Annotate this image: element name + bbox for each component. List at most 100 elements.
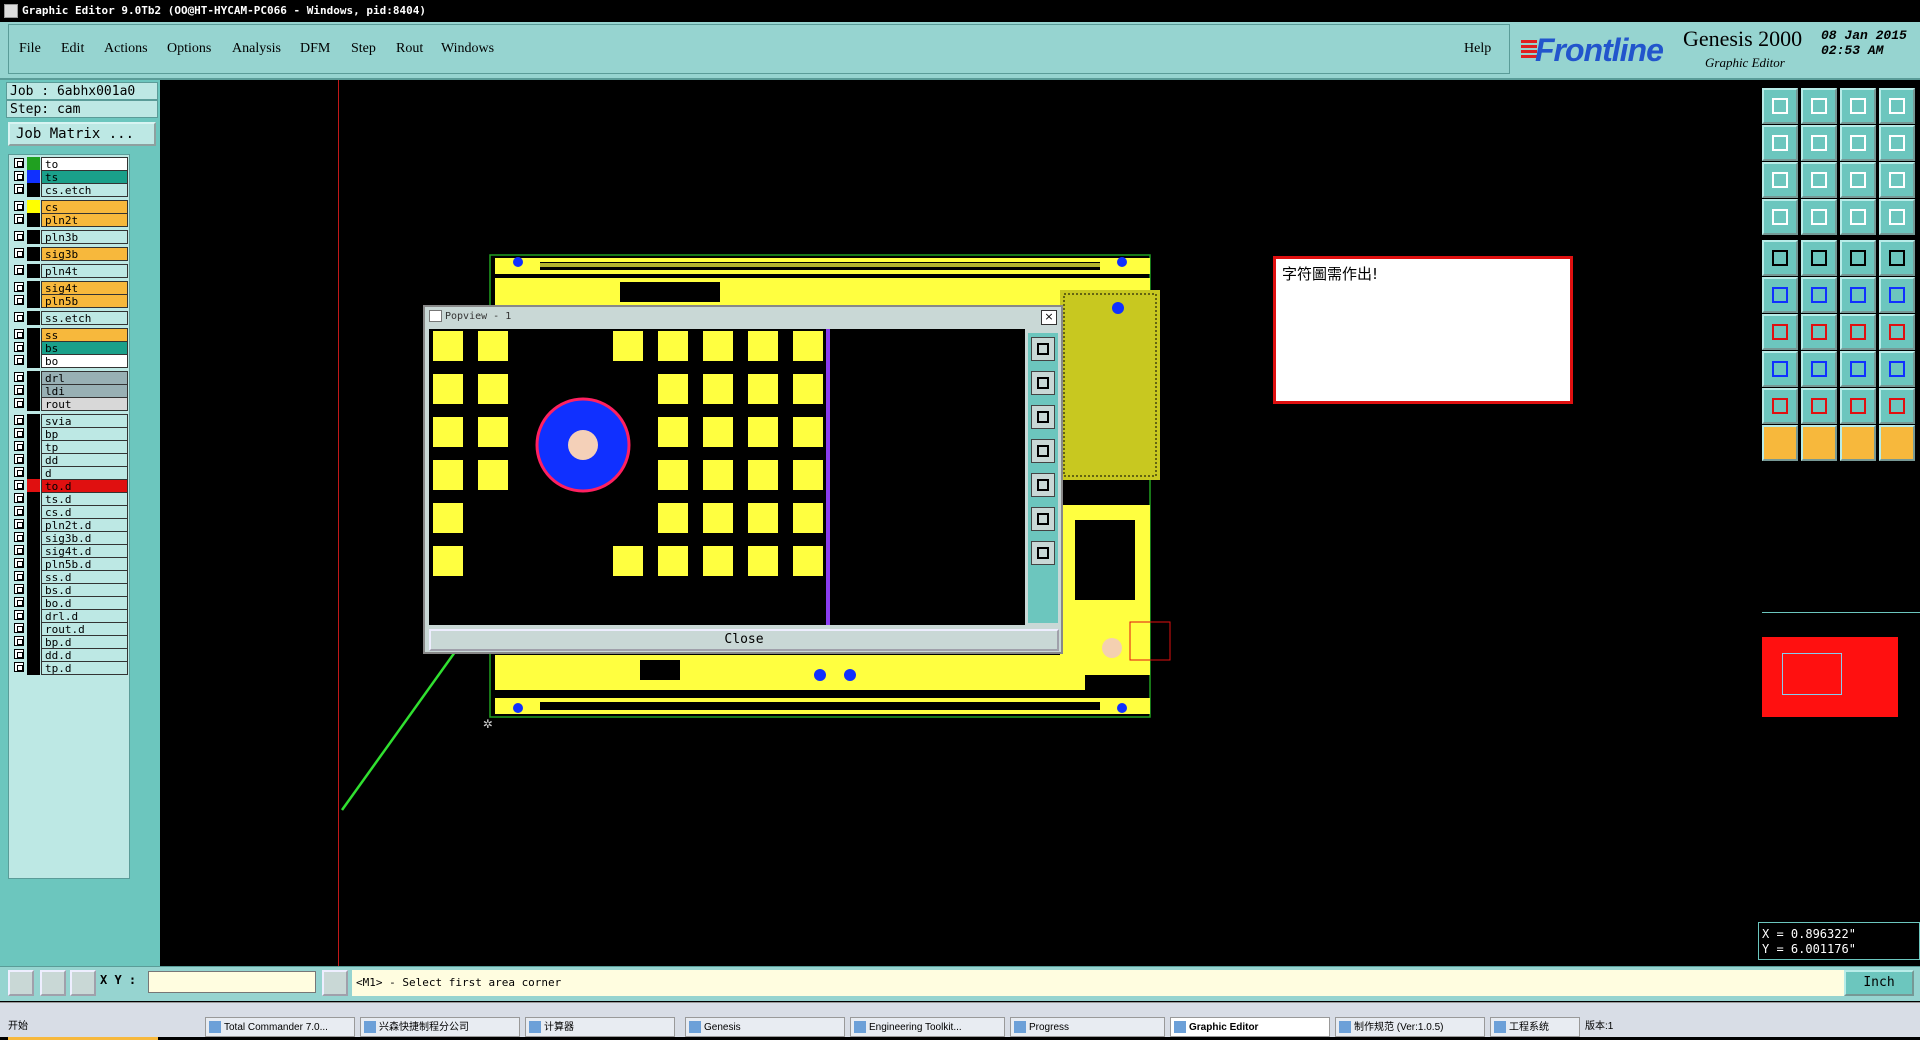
fit-icon[interactable] xyxy=(1762,162,1798,198)
layer-checkbox[interactable] xyxy=(14,558,24,568)
layer-color-swatch[interactable] xyxy=(27,479,40,493)
layer-name[interactable]: sig3b.d xyxy=(41,531,128,545)
layer-name[interactable]: ts xyxy=(41,170,128,184)
route-icon[interactable] xyxy=(1879,199,1915,235)
layer-color-swatch[interactable] xyxy=(27,648,40,662)
layer-color-swatch[interactable] xyxy=(27,371,40,385)
layer-color-swatch[interactable] xyxy=(27,544,40,558)
layer-row-bs[interactable]: bs xyxy=(12,341,128,355)
layer-row-to[interactable]: to xyxy=(12,157,128,171)
mirror-icon[interactable] xyxy=(1840,125,1876,161)
taskbar-item[interactable]: Engineering Toolkit... xyxy=(850,1017,1005,1037)
layer-row-bp[interactable]: bp xyxy=(12,427,128,441)
circle-icon[interactable] xyxy=(1879,240,1915,276)
layer-checkbox[interactable] xyxy=(14,584,24,594)
node-icon[interactable] xyxy=(1762,277,1798,313)
layer-name[interactable]: svia xyxy=(41,414,128,428)
layer-name[interactable]: drl xyxy=(41,371,128,385)
layer-row-ss-etch[interactable]: ss.etch xyxy=(12,311,128,325)
layer-checkbox[interactable] xyxy=(14,158,24,168)
layer-checkbox[interactable] xyxy=(14,295,24,305)
layer-checkbox[interactable] xyxy=(14,454,24,464)
layer-color-swatch[interactable] xyxy=(27,384,40,398)
layer-checkbox[interactable] xyxy=(14,231,24,241)
layer-name[interactable]: ss xyxy=(41,328,128,342)
layer-row-sig4t-d[interactable]: sig4t.d xyxy=(12,544,128,558)
layer-checkbox[interactable] xyxy=(14,519,24,529)
layer-row-tp[interactable]: tp xyxy=(12,440,128,454)
zoom-out-icon[interactable] xyxy=(1031,405,1055,429)
layer-name[interactable]: sig3b xyxy=(41,247,128,261)
layer-row-rout[interactable]: rout xyxy=(12,397,128,411)
layer-name[interactable]: pln3b xyxy=(41,230,128,244)
square-icon[interactable] xyxy=(1762,351,1798,387)
layer-row-pln2t[interactable]: pln2t xyxy=(12,213,128,227)
layer-checkbox[interactable] xyxy=(14,597,24,607)
text-icon[interactable] xyxy=(1840,240,1876,276)
cross-icon[interactable] xyxy=(1801,277,1837,313)
layer-color-swatch[interactable] xyxy=(27,213,40,227)
taskbar-item[interactable]: Genesis xyxy=(685,1017,845,1037)
home-icon[interactable] xyxy=(1031,541,1055,565)
layer-checkbox[interactable] xyxy=(14,171,24,181)
pointer-star-icon[interactable] xyxy=(1879,425,1915,461)
layer-row-cs[interactable]: cs xyxy=(12,200,128,214)
home-icon[interactable] xyxy=(1840,88,1876,124)
move-down-icon[interactable] xyxy=(1801,88,1837,124)
layer-checkbox[interactable] xyxy=(14,282,24,292)
layer-name[interactable]: ss.etch xyxy=(41,311,128,325)
layer-name[interactable]: rout.d xyxy=(41,622,128,636)
layer-name[interactable]: tp xyxy=(41,440,128,454)
bar-icon[interactable] xyxy=(1879,314,1915,350)
layer-checkbox[interactable] xyxy=(14,623,24,633)
layer-name[interactable]: ss.d xyxy=(41,570,128,584)
layer-checkbox[interactable] xyxy=(14,415,24,425)
layer-checkbox[interactable] xyxy=(14,355,24,365)
start-button[interactable]: 开始 xyxy=(8,1017,48,1037)
unit-button[interactable]: Inch xyxy=(1844,970,1914,996)
split-icon[interactable] xyxy=(1879,88,1915,124)
layer-color-swatch[interactable] xyxy=(27,635,40,649)
layer-color-swatch[interactable] xyxy=(27,281,40,295)
layer-color-swatch[interactable] xyxy=(27,583,40,597)
cluster-icon[interactable] xyxy=(1879,351,1915,387)
layer-name[interactable]: to.d xyxy=(41,479,128,493)
layer-name[interactable]: bp xyxy=(41,427,128,441)
layer-checkbox[interactable] xyxy=(14,385,24,395)
triangle-icon[interactable] xyxy=(1762,388,1798,424)
menu-file[interactable]: File xyxy=(19,41,41,57)
layer-row-dd-d[interactable]: dd.d xyxy=(12,648,128,662)
menu-options[interactable]: Options xyxy=(167,41,211,57)
layer-checkbox[interactable] xyxy=(14,329,24,339)
layer-color-swatch[interactable] xyxy=(27,247,40,261)
link-icon[interactable] xyxy=(1879,277,1915,313)
info-icon[interactable] xyxy=(322,970,348,996)
layer-name[interactable]: tp.d xyxy=(41,661,128,675)
layer-name[interactable]: bs xyxy=(41,341,128,355)
layer-name[interactable]: bs.d xyxy=(41,583,128,597)
layer-checkbox[interactable] xyxy=(14,398,24,408)
menu-analysis[interactable]: Analysis xyxy=(232,41,281,57)
layer-checkbox[interactable] xyxy=(14,649,24,659)
layer-row-pln5b-d[interactable]: pln5b.d xyxy=(12,557,128,571)
grid-icon[interactable] xyxy=(70,970,96,996)
layer-checkbox[interactable] xyxy=(14,428,24,438)
layer-row-ts[interactable]: ts xyxy=(12,170,128,184)
pointer-circle-icon[interactable] xyxy=(1840,425,1876,461)
layer-row-dd[interactable]: dd xyxy=(12,453,128,467)
menu-windows[interactable]: Windows xyxy=(441,41,494,57)
layer-color-swatch[interactable] xyxy=(27,622,40,636)
layer-row-tp-d[interactable]: tp.d xyxy=(12,661,128,675)
triangle-c-icon[interactable] xyxy=(1879,388,1915,424)
layer-color-swatch[interactable] xyxy=(27,294,40,308)
layer-color-swatch[interactable] xyxy=(27,466,40,480)
layer-name[interactable]: rout xyxy=(41,397,128,411)
layer-name[interactable]: bo xyxy=(41,354,128,368)
layer-color-swatch[interactable] xyxy=(27,328,40,342)
layer-row-bs-d[interactable]: bs.d xyxy=(12,583,128,597)
layer-color-swatch[interactable] xyxy=(27,492,40,506)
layer-checkbox[interactable] xyxy=(14,571,24,581)
layer-checkbox[interactable] xyxy=(14,214,24,224)
layer-checkbox[interactable] xyxy=(14,201,24,211)
layer-color-swatch[interactable] xyxy=(27,596,40,610)
